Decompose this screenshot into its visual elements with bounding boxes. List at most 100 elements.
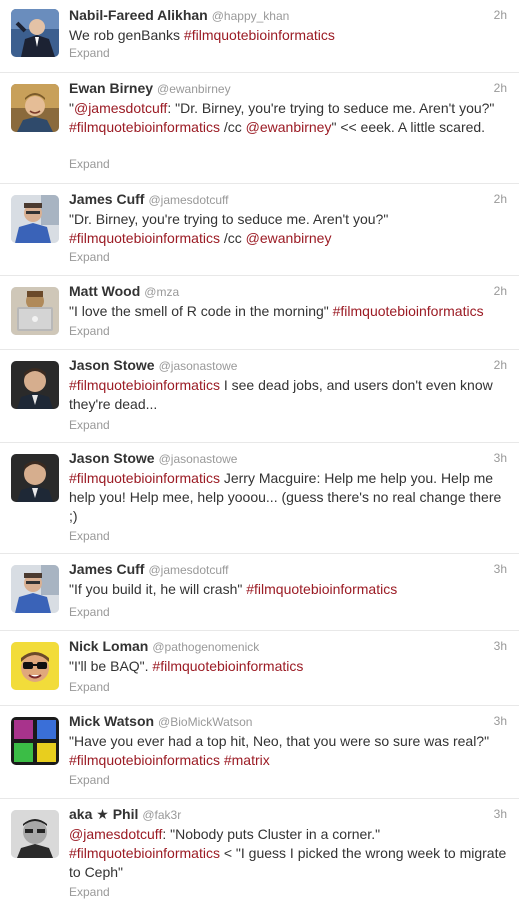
tweet-timestamp[interactable]: 3h xyxy=(494,714,507,728)
tweet[interactable]: Nick Loman @pathogenomenick 3h "I'll be B… xyxy=(0,631,519,706)
tweet-text: @jamesdotcuff: "Nobody puts Cluster in a… xyxy=(69,825,509,882)
hashtag-link[interactable]: #filmquotebioinformatics xyxy=(152,658,303,674)
mention-link[interactable]: @ewanbirney xyxy=(246,230,332,246)
tweet-text-segment: We rob genBanks xyxy=(69,27,184,43)
tweet-text-segment: "Have you ever had a top hit, Neo, that … xyxy=(69,733,490,749)
mention-link[interactable]: @ewanbirney xyxy=(246,119,332,135)
expand-link[interactable]: Expand xyxy=(69,324,110,338)
hashtag-link[interactable]: #filmquotebioinformatics xyxy=(333,303,484,319)
expand-link[interactable]: Expand xyxy=(69,250,110,264)
tweet[interactable]: Mick Watson @BioMickWatson 3h "Have you e… xyxy=(0,706,519,799)
avatar-sunglasses-yellow-icon xyxy=(11,642,59,690)
tweet[interactable]: aka ★ Phil @fak3r 3h @jamesdotcuff: "Nobo… xyxy=(0,799,519,910)
tweet[interactable]: James Cuff @jamesdotcuff 3h "If you build… xyxy=(0,554,519,631)
tweet[interactable]: Ewan Birney @ewanbirney 2h "@jamesdotcuff… xyxy=(0,73,519,184)
mention-link[interactable]: @jamesdotcuff xyxy=(69,826,162,842)
tweet-text-segment: /cc xyxy=(219,119,246,135)
tweet-timestamp[interactable]: 2h xyxy=(494,358,507,372)
tweet-header: Jason Stowe @jasonastowe 2h xyxy=(69,357,507,377)
avatar[interactable] xyxy=(11,84,59,132)
tweet-author-name[interactable]: Jason Stowe xyxy=(69,450,155,466)
avatar[interactable] xyxy=(11,361,59,409)
tweet-header: aka ★ Phil @fak3r 3h xyxy=(69,806,507,826)
tweet-timestamp[interactable]: 3h xyxy=(494,562,507,576)
expand-link[interactable]: Expand xyxy=(69,157,110,171)
tweet-timestamp[interactable]: 2h xyxy=(494,8,507,22)
hashtag-link[interactable]: #filmquotebioinformatics xyxy=(246,581,397,597)
avatar[interactable] xyxy=(11,565,59,613)
tweet-author-name[interactable]: Matt Wood xyxy=(69,283,140,299)
tweet[interactable]: Jason Stowe @jasonastowe 2h #filmquotebio… xyxy=(0,350,519,443)
tweet-text-segment: : "Nobody puts Cluster in a corner." xyxy=(162,826,381,842)
hashtag-link[interactable]: #filmquotebioinformatics xyxy=(69,470,220,486)
avatar-man-dark-icon xyxy=(11,361,59,409)
tweet-text: We rob genBanks #filmquotebioinformatics xyxy=(69,26,509,45)
tweet-text-segment: /cc xyxy=(219,230,246,246)
tweet-author-name[interactable]: Nabil-Fareed Alikhan xyxy=(69,7,208,23)
avatar-man-bw-icon xyxy=(11,810,59,858)
tweet-author-name[interactable]: Jason Stowe xyxy=(69,357,155,373)
avatar-laptop-icon xyxy=(11,287,59,335)
tweet-timestamp[interactable]: 3h xyxy=(494,451,507,465)
avatar[interactable] xyxy=(11,810,59,858)
avatar[interactable] xyxy=(11,454,59,502)
avatar[interactable] xyxy=(11,642,59,690)
tweet-text: "@jamesdotcuff: "Dr. Birney, you're tryi… xyxy=(69,99,509,137)
tweet-text: #filmquotebioinformatics I see dead jobs… xyxy=(69,376,509,414)
tweet[interactable]: Matt Wood @mza 2h "I love the smell of R … xyxy=(0,276,519,350)
expand-link[interactable]: Expand xyxy=(69,885,110,899)
tweet-author-handle[interactable]: @jamesdotcuff xyxy=(148,193,228,207)
tweet-author-handle[interactable]: @jasonastowe xyxy=(159,452,238,466)
tweet-author-name[interactable]: aka ★ Phil xyxy=(69,806,138,822)
tweet-author-name[interactable]: James Cuff xyxy=(69,191,144,207)
tweet[interactable]: Nabil-Fareed Alikhan @happy_khan 2h We ro… xyxy=(0,0,519,73)
hashtag-link[interactable]: #filmquotebioinformatics xyxy=(69,230,220,246)
tweet-timestamp[interactable]: 2h xyxy=(494,81,507,95)
tweet-timestamp[interactable]: 3h xyxy=(494,639,507,653)
tweet-author-handle[interactable]: @ewanbirney xyxy=(157,82,231,96)
expand-link[interactable]: Expand xyxy=(69,773,110,787)
avatar[interactable] xyxy=(11,287,59,335)
avatar-man-suit-blue-icon xyxy=(11,9,59,57)
tweet-timestamp[interactable]: 2h xyxy=(494,192,507,206)
tweet-text: "I'll be BAQ". #filmquotebioinformatics xyxy=(69,657,509,676)
mention-link[interactable]: @jamesdotcuff xyxy=(74,100,167,116)
tweet-author-handle[interactable]: @jamesdotcuff xyxy=(148,563,228,577)
hashtag-link[interactable]: #matrix xyxy=(224,752,270,768)
hashtag-link[interactable]: #filmquotebioinformatics xyxy=(69,752,220,768)
tweet[interactable]: James Cuff @jamesdotcuff 2h "Dr. Birney, … xyxy=(0,184,519,276)
hashtag-link[interactable]: #filmquotebioinformatics xyxy=(69,845,220,861)
tweet-author-handle[interactable]: @jasonastowe xyxy=(159,359,238,373)
tweet-author-handle[interactable]: @happy_khan xyxy=(212,9,290,23)
hashtag-link[interactable]: #filmquotebioinformatics xyxy=(69,377,220,393)
avatar-man-dark-icon xyxy=(11,454,59,502)
tweet-text-segment: "I love the smell of R code in the morni… xyxy=(69,303,333,319)
avatar-man-smiling-icon xyxy=(11,84,59,132)
tweet-author-name[interactable]: James Cuff xyxy=(69,561,144,577)
expand-link[interactable]: Expand xyxy=(69,680,110,694)
tweet-timestamp[interactable]: 3h xyxy=(494,807,507,821)
expand-link[interactable]: Expand xyxy=(69,529,110,543)
expand-link[interactable]: Expand xyxy=(69,418,110,432)
hashtag-link[interactable]: #filmquotebioinformatics xyxy=(184,27,335,43)
tweet-text-segment: : "Dr. Birney, you're trying to seduce m… xyxy=(167,100,495,116)
tweet-header: Nick Loman @pathogenomenick 3h xyxy=(69,638,507,658)
tweet-author-name[interactable]: Ewan Birney xyxy=(69,80,153,96)
tweet-author-handle[interactable]: @BioMickWatson xyxy=(158,715,252,729)
expand-link[interactable]: Expand xyxy=(69,46,110,60)
tweet-author-handle[interactable]: @pathogenomenick xyxy=(152,640,259,654)
avatar[interactable] xyxy=(11,9,59,57)
tweet-author-name[interactable]: Nick Loman xyxy=(69,638,148,654)
tweet-timestamp[interactable]: 2h xyxy=(494,284,507,298)
tweet-author-name[interactable]: Mick Watson xyxy=(69,713,154,729)
tweet-author-handle[interactable]: @fak3r xyxy=(142,808,181,822)
tweet[interactable]: Jason Stowe @jasonastowe 3h #filmquotebio… xyxy=(0,443,519,554)
tweet-text-segment: "If you build it, he will crash" xyxy=(69,581,247,597)
hashtag-link[interactable]: #filmquotebioinformatics xyxy=(69,119,220,135)
expand-link[interactable]: Expand xyxy=(69,605,110,619)
avatar[interactable] xyxy=(11,717,59,765)
avatar-color-grid-icon xyxy=(11,717,59,765)
tweet-header: Jason Stowe @jasonastowe 3h xyxy=(69,450,507,470)
avatar[interactable] xyxy=(11,195,59,243)
tweet-author-handle[interactable]: @mza xyxy=(144,285,179,299)
